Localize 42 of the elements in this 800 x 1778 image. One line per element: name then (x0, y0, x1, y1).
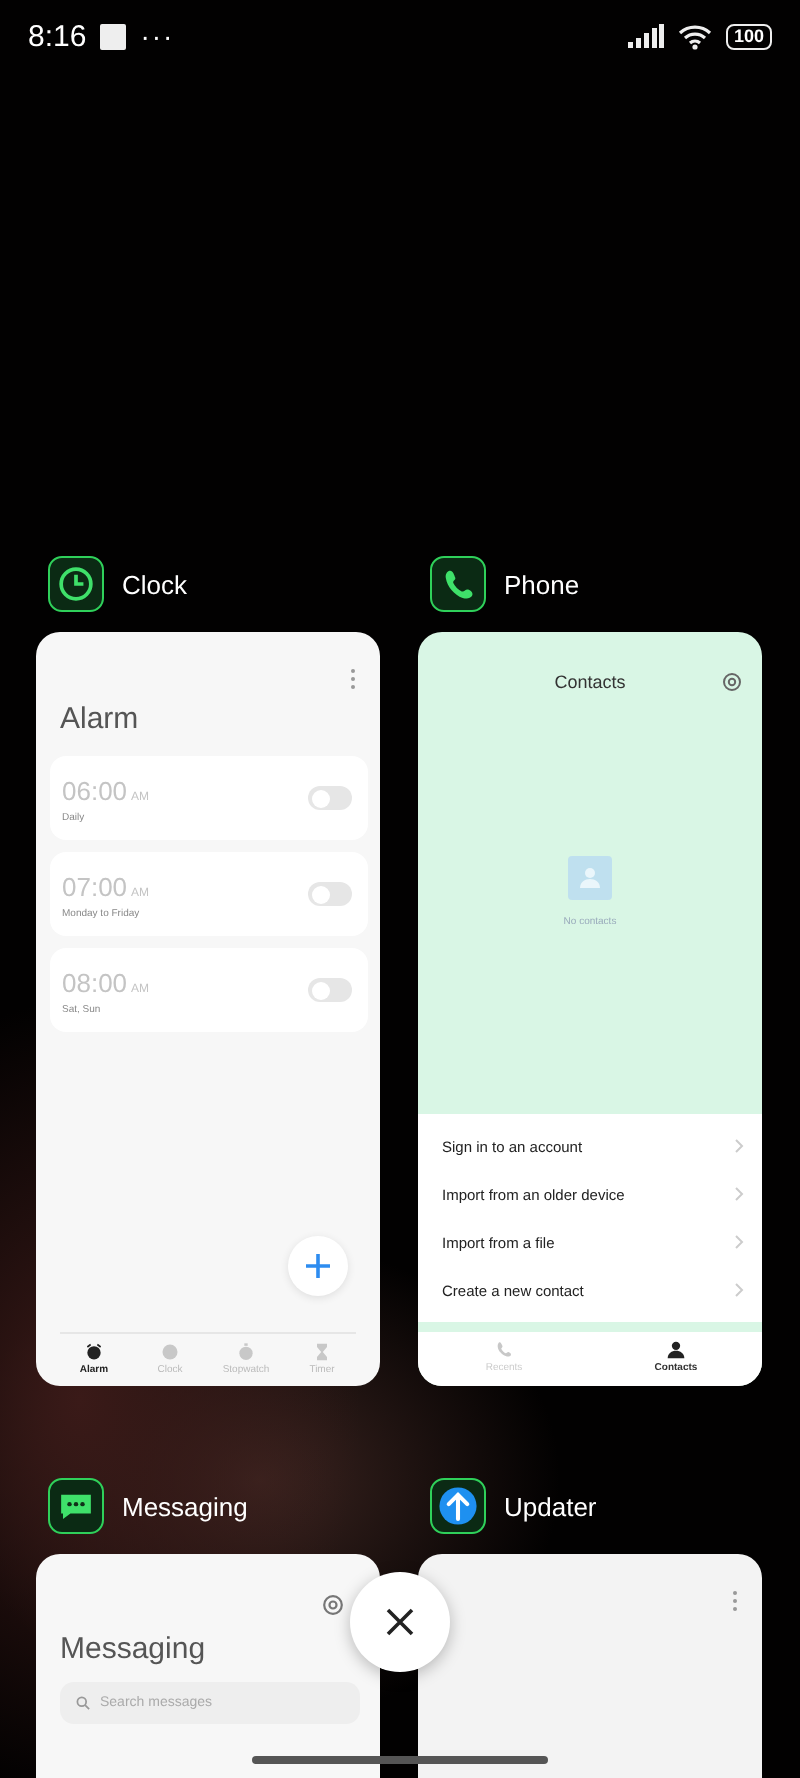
notification-icon (100, 23, 127, 49)
toggle-switch[interactable] (308, 882, 352, 906)
clock-time: 8:16 (28, 19, 87, 53)
search-icon (76, 1696, 90, 1710)
chevron-icon (734, 1234, 744, 1250)
settings-icon (722, 672, 742, 692)
alarm-icon (84, 1342, 104, 1362)
toggle-switch[interactable] (308, 786, 352, 810)
app-name: Clock (122, 569, 188, 599)
screen-title: Alarm (60, 702, 141, 736)
toggle-switch[interactable] (308, 978, 352, 1002)
plus-icon (304, 1252, 332, 1280)
battery-level: 100 (725, 23, 772, 49)
contact-placeholder-icon (568, 856, 612, 900)
more-notifications: ··· (140, 20, 175, 52)
chevron-icon (734, 1186, 744, 1202)
alarm-time: 07:00 (62, 871, 128, 901)
more-icon (732, 1590, 738, 1612)
chevron-icon (734, 1138, 744, 1154)
timer-icon (312, 1342, 332, 1362)
clock-icon (160, 1342, 180, 1362)
app-name: Updater (504, 1491, 597, 1521)
app-name: Phone (504, 569, 580, 599)
app-name: Messaging (122, 1491, 248, 1521)
updater-app-icon[interactable] (430, 1478, 486, 1534)
chevron-icon (734, 1282, 744, 1298)
alarm-time: 08:00 (62, 967, 128, 997)
stopwatch-icon (236, 1342, 256, 1362)
clock-app-icon[interactable] (48, 556, 104, 612)
signal-icon (627, 24, 664, 48)
screen-title: Contacts (554, 672, 626, 692)
alarm-time: 06:00 (62, 775, 128, 805)
wifi-icon (677, 23, 712, 49)
settings-icon (322, 1594, 344, 1616)
person-icon (666, 1340, 686, 1360)
phone-icon (494, 1340, 514, 1360)
screen-title: Messaging (60, 1632, 208, 1666)
more-icon (350, 668, 356, 690)
add-button[interactable] (288, 1236, 348, 1296)
message-app-icon[interactable] (48, 1478, 104, 1534)
close-icon (386, 1608, 414, 1636)
phone-app-icon[interactable] (430, 556, 486, 612)
